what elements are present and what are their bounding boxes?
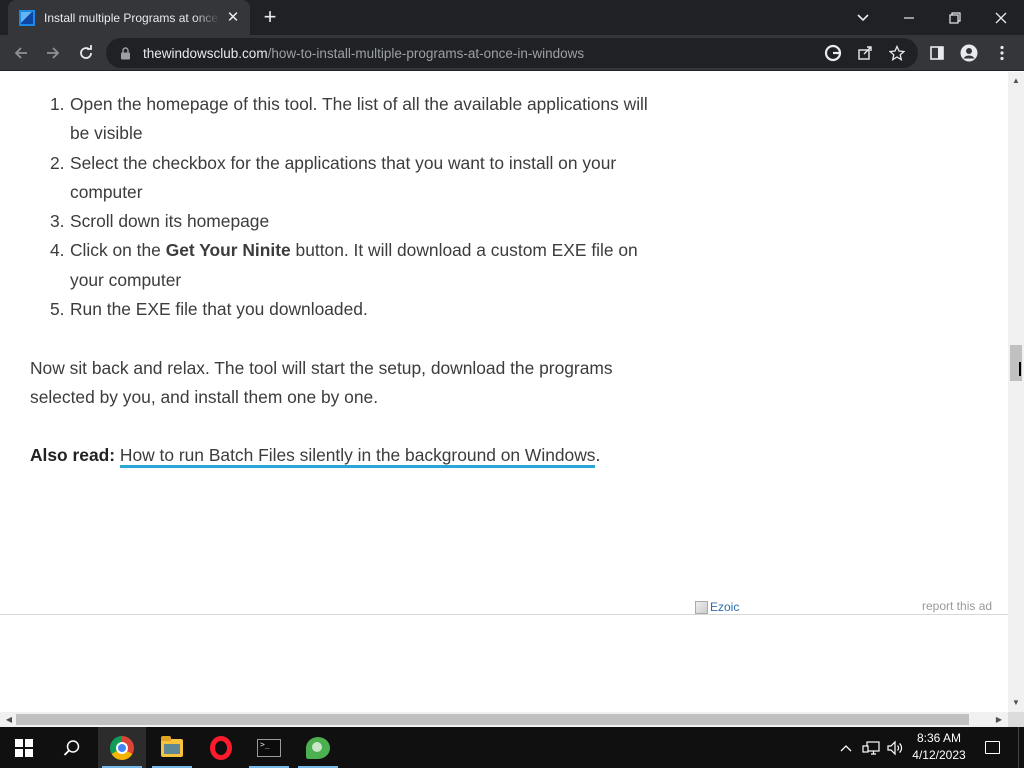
tab-title: Install multiple Programs at once in Win… <box>44 10 220 25</box>
tab-close-icon[interactable]: ✕ <box>224 9 242 27</box>
site-favicon-icon <box>19 9 35 26</box>
horizontal-scrollbar[interactable]: ◀ ▶ <box>0 712 1008 727</box>
list-item: 1. Open the homepage of this tool. The li… <box>30 90 650 149</box>
volume-button[interactable] <box>884 727 906 768</box>
url-text[interactable]: thewindowsclub.com/how-to-install-multip… <box>143 46 584 61</box>
list-item-text: Run the EXE file that you downloaded. <box>70 299 368 320</box>
share-icon[interactable] <box>856 44 874 62</box>
profile-icon <box>960 44 978 62</box>
notifications-button[interactable] <box>978 727 1006 768</box>
reload-button[interactable] <box>73 40 99 66</box>
url-host: thewindowsclub.com <box>143 45 268 61</box>
list-number: 5. <box>50 299 65 320</box>
list-number: 4. <box>50 240 65 261</box>
list-number: 2. <box>50 152 65 173</box>
scrollbar-corner <box>1008 712 1024 727</box>
start-button[interactable] <box>0 727 48 768</box>
browser-tab[interactable]: Install multiple Programs at once in Win… <box>8 0 250 35</box>
network-icon <box>862 740 880 755</box>
scroll-down-arrow-icon[interactable]: ▼ <box>1008 696 1024 710</box>
taskbar: 8:36 AM 4/12/2023 <box>0 727 1024 768</box>
also-read: Also read: How to run Batch Files silent… <box>30 441 600 470</box>
ad-image[interactable]: Ezoic <box>695 600 739 614</box>
network-button[interactable] <box>860 727 882 768</box>
text-cursor-icon <box>1019 362 1024 376</box>
list-item: 5. Run the EXE file that you downloaded. <box>30 295 650 324</box>
close-icon <box>995 12 1007 23</box>
list-item-text: Select the checkbox for the applications… <box>70 152 617 202</box>
also-read-label: Also read: <box>30 445 116 465</box>
taskbar-file-explorer[interactable] <box>148 727 196 768</box>
folder-icon <box>161 735 183 757</box>
tab-search-button[interactable] <box>840 0 886 35</box>
bookmark-star-icon[interactable] <box>888 44 906 62</box>
restore-button[interactable] <box>932 0 978 35</box>
kebab-menu-icon <box>1000 45 1004 61</box>
also-read-period: . <box>595 445 601 465</box>
list-item: 2. Select the checkbox for the applicatio… <box>30 149 650 208</box>
list-item-text-bold: Get Your Ninite <box>165 240 291 261</box>
address-bar[interactable]: thewindowsclub.com/how-to-install-multip… <box>106 38 918 68</box>
google-lens-icon[interactable] <box>824 44 842 62</box>
body-paragraph: Now sit back and relax. The tool will st… <box>30 358 613 408</box>
vertical-scrollbar[interactable]: ▲ ▼ <box>1008 72 1024 712</box>
notification-icon <box>984 741 1000 754</box>
page-viewport: 1. Open the homepage of this tool. The li… <box>0 72 1008 712</box>
list-item: 3. Scroll down its homepage <box>30 207 650 236</box>
show-desktop-button[interactable] <box>1018 727 1024 768</box>
list-number: 3. <box>50 211 65 232</box>
clock-time: 8:36 AM <box>916 731 962 745</box>
arrow-left-icon <box>14 47 27 59</box>
back-button[interactable] <box>8 40 34 66</box>
taskbar-app[interactable] <box>294 727 342 768</box>
forward-button[interactable] <box>40 40 66 66</box>
list-item-text: Open the homepage of this tool. The list… <box>70 94 648 144</box>
opera-icon <box>210 735 232 760</box>
horizontal-scroll-thumb[interactable] <box>16 714 969 725</box>
search-icon <box>63 739 80 756</box>
side-panel-button[interactable] <box>924 40 950 66</box>
lock-icon[interactable] <box>118 46 132 60</box>
windows-logo-icon <box>15 738 33 757</box>
taskbar-clock[interactable]: 8:36 AM 4/12/2023 <box>908 730 970 764</box>
chrome-icon <box>110 735 134 760</box>
steps-list: 1. Open the homepage of this tool. The li… <box>30 90 650 324</box>
list-item-text-pre: Click on the <box>70 240 166 261</box>
chevron-up-icon <box>840 744 852 751</box>
chevron-down-icon <box>857 13 869 21</box>
restore-icon <box>949 11 961 24</box>
taskbar-opera[interactable] <box>197 727 245 768</box>
list-number: 1. <box>50 94 65 114</box>
scroll-left-arrow-icon[interactable]: ◀ <box>2 712 16 727</box>
profile-button[interactable] <box>956 40 982 66</box>
also-read-link[interactable]: How to run Batch Files silently in the b… <box>119 445 596 468</box>
close-window-button[interactable] <box>978 0 1024 35</box>
clock-date: 4/12/2023 <box>912 748 966 762</box>
taskbar-chrome[interactable] <box>98 727 146 768</box>
reload-icon <box>80 45 92 59</box>
terminal-icon <box>257 738 281 757</box>
url-path: /how-to-install-multiple-programs-at-onc… <box>267 45 585 61</box>
divider <box>0 614 1008 615</box>
ad-image-alt: Ezoic <box>710 600 740 614</box>
list-item-text: Scroll down its homepage <box>70 211 270 232</box>
menu-button[interactable] <box>989 40 1015 66</box>
browser-title-bar: Install multiple Programs at once in Win… <box>0 0 1024 35</box>
minimize-icon <box>904 16 914 19</box>
scroll-up-arrow-icon[interactable]: ▲ <box>1008 74 1024 88</box>
taskbar-terminal[interactable] <box>245 727 293 768</box>
scroll-right-arrow-icon[interactable]: ▶ <box>992 712 1006 727</box>
volume-icon <box>887 740 903 755</box>
list-item: 4. Click on the Get Your Ninite button. I… <box>30 236 650 295</box>
search-button[interactable] <box>48 727 96 768</box>
browser-toolbar: thewindowsclub.com/how-to-install-multip… <box>0 35 1024 71</box>
report-ad-link[interactable]: report this ad <box>922 599 992 613</box>
minimize-button[interactable] <box>886 0 932 35</box>
app-icon <box>306 736 330 759</box>
arrow-right-icon <box>47 47 60 59</box>
new-tab-button[interactable]: + <box>258 6 282 30</box>
side-panel-icon <box>930 46 944 60</box>
tray-overflow-button[interactable] <box>836 727 856 768</box>
broken-image-icon <box>695 600 708 614</box>
